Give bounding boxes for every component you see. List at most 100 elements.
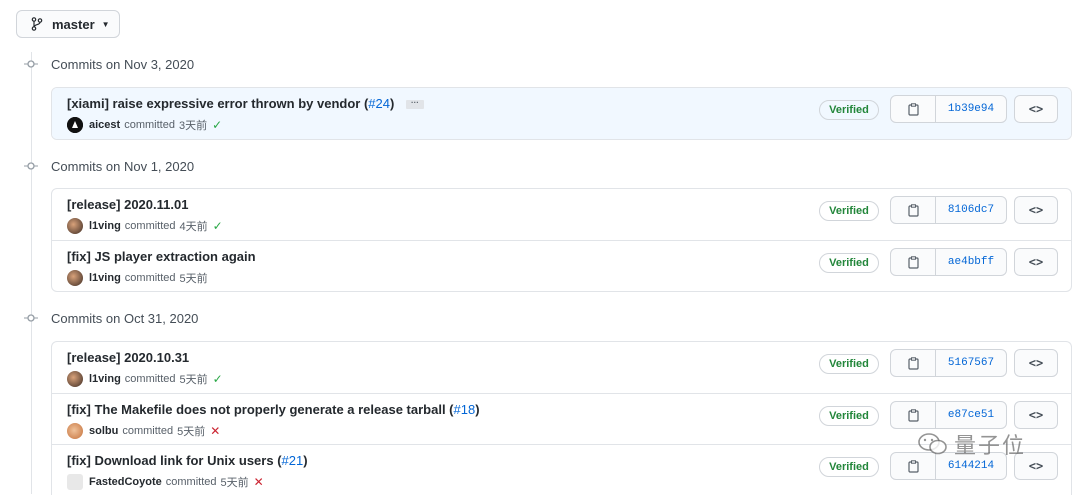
author-link[interactable]: solbu — [89, 425, 118, 437]
browse-repo-button[interactable]: <> — [1014, 248, 1058, 276]
check-icon[interactable]: ✓ — [213, 219, 223, 233]
commit-action: committed — [124, 373, 176, 385]
commit-action: committed — [165, 476, 217, 488]
chevron-down-icon: ▼ — [101, 19, 110, 29]
branch-select-button[interactable]: master ▼ — [16, 10, 120, 38]
commit-sha-group: e87ce51 — [890, 401, 1007, 429]
check-icon[interactable]: ✓ — [212, 118, 222, 132]
commit-sha-group: 8106dc7 — [890, 196, 1007, 224]
commit-meta: l1ving committed 4天前 ✓ — [67, 218, 223, 234]
author-link[interactable]: l1ving — [89, 373, 121, 385]
avatar[interactable] — [67, 371, 83, 387]
commit-message-tail: ) — [389, 96, 395, 111]
clipboard-icon — [907, 255, 919, 269]
author-link[interactable]: FastedCoyote — [89, 476, 162, 488]
commit-message[interactable]: [fix] JS player extraction again — [67, 249, 256, 264]
verified-badge[interactable]: Verified — [819, 253, 879, 273]
commit-sha-group: ae4bbff — [890, 248, 1007, 276]
commit-message[interactable]: [release] 2020.10.31 — [67, 350, 189, 365]
commit-action: committed — [124, 220, 176, 232]
commit-message-text[interactable]: [fix] Download link for Unix users ( — [67, 453, 282, 468]
commit-message-text[interactable]: [fix] The Makefile does not properly gen… — [67, 402, 454, 417]
verified-badge[interactable]: Verified — [819, 100, 879, 120]
commit-row: [release] 2020.10.31 l1ving committed 5天… — [52, 342, 1071, 393]
commit-time: 3天前 — [178, 120, 208, 132]
issue-link[interactable]: #21 — [282, 453, 304, 468]
avatar[interactable] — [67, 474, 83, 490]
browse-repo-button[interactable]: <> — [1014, 401, 1058, 429]
commit-list: [release] 2020.10.31 l1ving committed 5天… — [51, 341, 1072, 495]
commit-time: 5天前 — [179, 273, 208, 285]
git-branch-icon — [31, 17, 43, 31]
commit-message-text[interactable]: [xiami] raise expressive error thrown by… — [67, 96, 368, 111]
commit-sha-group: 5167567 — [890, 349, 1007, 377]
commit-sha-link[interactable]: 8106dc7 — [936, 197, 1006, 223]
branch-label: master — [52, 16, 95, 32]
commit-message[interactable]: [fix] The Makefile does not properly gen… — [67, 402, 480, 417]
commit-time: 5天前 — [179, 374, 208, 386]
x-icon[interactable]: ✕ — [210, 424, 220, 438]
copy-sha-button[interactable] — [891, 96, 936, 122]
issue-link[interactable]: #18 — [454, 402, 476, 417]
copy-sha-button[interactable] — [891, 350, 936, 376]
wechat-icon — [918, 433, 947, 455]
watermark-text: 量子位 — [954, 434, 1027, 459]
commit-action: committed — [124, 272, 176, 284]
watermark: 量子位 — [918, 428, 1026, 460]
clipboard-icon — [907, 203, 919, 217]
commit-meta: aicest committed 3天前 ✓ — [67, 117, 222, 133]
browse-repo-button[interactable]: <> — [1014, 196, 1058, 224]
timeline-line — [31, 52, 32, 494]
author-link[interactable]: l1ving — [89, 220, 121, 232]
commit-message-tail: ) — [475, 402, 480, 417]
avatar[interactable] — [67, 270, 83, 286]
avatar[interactable] — [67, 218, 83, 234]
commit-node-icon — [24, 57, 38, 71]
commit-time: 5天前 — [177, 426, 206, 438]
group-date-label: Commits on Nov 1, 2020 — [51, 158, 195, 174]
commit-meta: l1ving committed 5天前 — [67, 270, 208, 286]
commit-meta: solbu committed 5天前 ✕ — [67, 423, 220, 439]
commit-node-icon — [24, 311, 38, 325]
copy-sha-button[interactable] — [891, 402, 936, 428]
avatar[interactable] — [67, 117, 83, 133]
commit-node-icon — [24, 159, 38, 173]
check-icon[interactable]: ✓ — [213, 372, 223, 386]
author-link[interactable]: l1ving — [89, 272, 121, 284]
expand-description-button[interactable]: ··· — [405, 99, 424, 110]
commit-sha-group: 1b39e94 — [890, 95, 1007, 123]
browse-repo-button[interactable]: <> — [1014, 95, 1058, 123]
commit-message-tail: ) — [303, 453, 308, 468]
commit-group-header: Commits on Oct 31, 2020 — [24, 306, 198, 330]
group-date-label: Commits on Oct 31, 2020 — [51, 310, 199, 326]
clipboard-icon — [907, 356, 919, 370]
verified-badge[interactable]: Verified — [819, 457, 879, 477]
commit-meta: l1ving committed 5天前 ✓ — [67, 371, 223, 387]
verified-badge[interactable]: Verified — [819, 406, 879, 426]
commit-sha-link[interactable]: 5167567 — [936, 350, 1006, 376]
clipboard-icon — [907, 408, 919, 422]
commit-sha-link[interactable]: 1b39e94 — [936, 96, 1006, 122]
copy-sha-button[interactable] — [891, 197, 936, 223]
commit-sha-link[interactable]: ae4bbff — [936, 249, 1006, 275]
commit-action: committed — [122, 425, 174, 437]
commit-meta: FastedCoyote committed 5天前 ✕ — [67, 474, 264, 490]
issue-link[interactable]: #24 — [368, 96, 390, 111]
author-link[interactable]: aicest — [89, 119, 120, 131]
commit-message[interactable]: [xiami] raise expressive error thrown by… — [67, 96, 424, 111]
group-date-label: Commits on Nov 3, 2020 — [51, 56, 195, 72]
verified-badge[interactable]: Verified — [819, 354, 879, 374]
x-icon[interactable]: ✕ — [254, 475, 264, 489]
browse-repo-button[interactable]: <> — [1014, 349, 1058, 377]
copy-sha-button[interactable] — [891, 249, 936, 275]
commit-sha-link[interactable]: e87ce51 — [936, 402, 1006, 428]
commit-message[interactable]: [release] 2020.11.01 — [67, 197, 188, 212]
commit-time: 5天前 — [220, 477, 249, 489]
commit-row: [fix] JS player extraction again l1ving … — [52, 240, 1071, 291]
verified-badge[interactable]: Verified — [819, 201, 879, 221]
commit-group-header: Commits on Nov 3, 2020 — [24, 52, 194, 76]
commit-list: [xiami] raise expressive error thrown by… — [51, 87, 1072, 140]
commit-message[interactable]: [fix] Download link for Unix users (#21) — [67, 453, 308, 468]
avatar[interactable] — [67, 423, 83, 439]
clipboard-icon — [907, 459, 919, 473]
